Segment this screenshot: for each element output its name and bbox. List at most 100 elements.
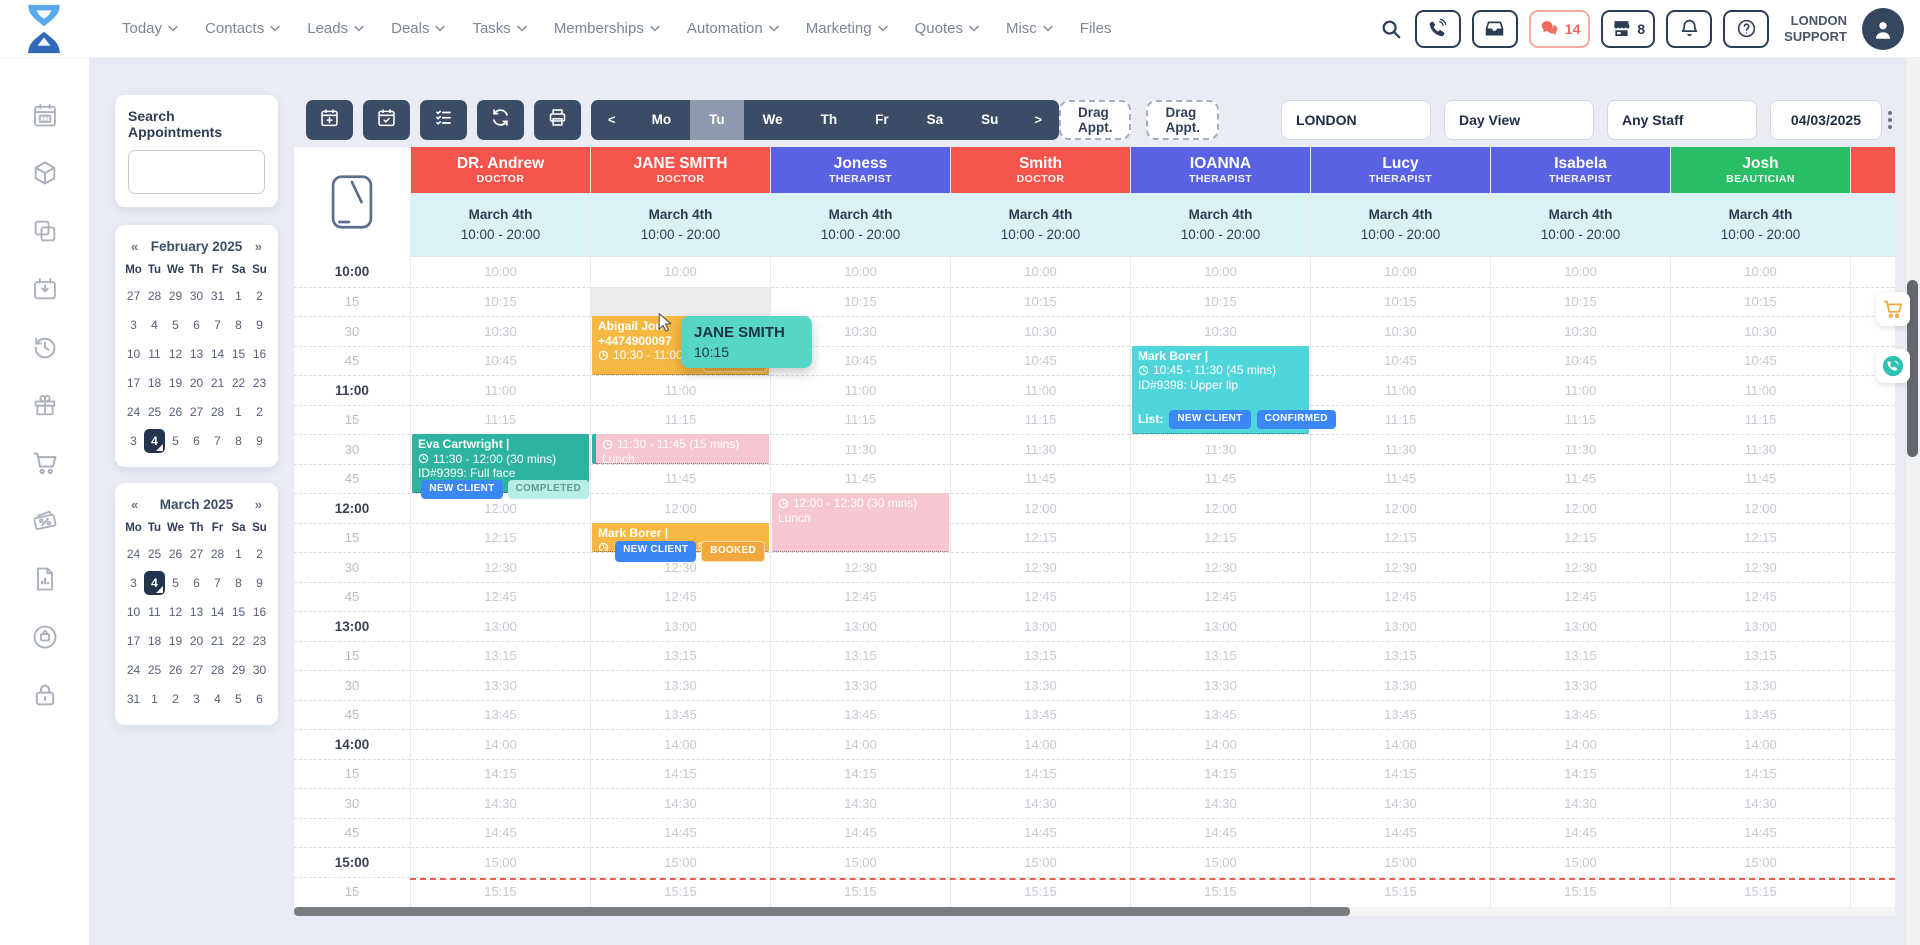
- calendar-day[interactable]: 9: [249, 313, 270, 337]
- calendar-day[interactable]: 20: [186, 371, 207, 395]
- calendar-day[interactable]: 28: [207, 400, 228, 424]
- time-slot[interactable]: 13:30: [411, 670, 590, 700]
- time-slot[interactable]: 15:00: [951, 847, 1130, 877]
- time-slot[interactable]: 11:15: [951, 405, 1130, 435]
- time-slot[interactable]: 10:15: [1311, 287, 1490, 317]
- hourglass-logo-icon[interactable]: [22, 3, 66, 55]
- appointment[interactable]: Mark Borer |10:45 - 11:30 (45 mins)ID#93…: [1132, 346, 1309, 435]
- time-slot[interactable]: 11:00: [951, 375, 1130, 405]
- time-slot[interactable]: 10:30: [1671, 316, 1850, 346]
- appointment[interactable]: Mark Borer |12:15 - 12:30 (15 mins)NEW C…: [592, 523, 769, 553]
- time-slot[interactable]: 14:00: [1311, 729, 1490, 759]
- appointment[interactable]: Eva Cartwright |11:30 - 12:00 (30 mins)I…: [412, 434, 589, 493]
- time-slot[interactable]: 14:00: [1491, 729, 1670, 759]
- time-slot[interactable]: 11:30: [951, 434, 1130, 464]
- time-slot[interactable]: 14:45: [951, 818, 1130, 848]
- time-slot[interactable]: 10:00: [411, 257, 590, 287]
- calendar-day[interactable]: 5: [165, 571, 186, 595]
- time-slot[interactable]: 11:15: [1851, 405, 1895, 435]
- time-slot[interactable]: 10:15: [771, 287, 950, 317]
- hovered-slot[interactable]: [591, 287, 770, 317]
- calendar-day[interactable]: 27: [123, 284, 144, 308]
- time-slot[interactable]: 14:45: [591, 818, 770, 848]
- calendar-day[interactable]: 26: [165, 400, 186, 424]
- time-slot[interactable]: 13:15: [1311, 641, 1490, 671]
- time-slot[interactable]: 12:45: [1131, 582, 1310, 612]
- time-slot[interactable]: 14:15: [1671, 759, 1850, 789]
- time-slot[interactable]: 12:30: [1851, 552, 1895, 582]
- prev-month-button[interactable]: «: [131, 239, 138, 254]
- calendar-day[interactable]: 22: [228, 629, 249, 653]
- calendar-day[interactable]: 16: [249, 600, 270, 624]
- calendar-day[interactable]: 2: [249, 400, 270, 424]
- time-slot[interactable]: 10:00: [771, 257, 950, 287]
- time-slot[interactable]: 12:00: [591, 493, 770, 523]
- time-slot[interactable]: 13:00: [411, 611, 590, 641]
- time-slot[interactable]: 15:15: [591, 877, 770, 907]
- calendar-day[interactable]: 3: [123, 429, 144, 453]
- time-slot[interactable]: 10:30: [1311, 316, 1490, 346]
- calendar-day[interactable]: 15: [228, 600, 249, 624]
- calendar-day[interactable]: 10: [123, 342, 144, 366]
- time-slot[interactable]: 13:45: [1311, 700, 1490, 730]
- sidebar-item-user-card[interactable]: [31, 623, 59, 651]
- search-appointments-input[interactable]: [128, 150, 265, 194]
- time-slot[interactable]: 11:30: [1851, 434, 1895, 464]
- weekday-tab-mo[interactable]: Mo: [633, 100, 691, 140]
- time-slot[interactable]: 12:00: [1311, 493, 1490, 523]
- time-slot[interactable]: 14:15: [1491, 759, 1670, 789]
- time-slot[interactable]: 13:00: [1491, 611, 1670, 641]
- calendar-day[interactable]: 31: [207, 284, 228, 308]
- time-slot[interactable]: 14:30: [411, 788, 590, 818]
- refresh-button[interactable]: [477, 100, 524, 140]
- time-slot[interactable]: 13:45: [1131, 700, 1310, 730]
- weekday-tab-su[interactable]: Su: [962, 100, 1017, 140]
- time-slot[interactable]: 10:45: [951, 346, 1130, 376]
- time-slot[interactable]: 14:30: [591, 788, 770, 818]
- calendar-day[interactable]: 9: [249, 429, 270, 453]
- time-slot[interactable]: 11:15: [411, 405, 590, 435]
- time-slot[interactable]: 14:00: [1671, 729, 1850, 759]
- calendar-day[interactable]: 31: [123, 687, 144, 711]
- time-slot[interactable]: 12:45: [591, 582, 770, 612]
- time-slot[interactable]: 15:15: [1131, 877, 1310, 907]
- time-slot[interactable]: 15:00: [1311, 847, 1490, 877]
- sidebar-item-copy[interactable]: [31, 217, 59, 245]
- calendar-day[interactable]: 22: [228, 371, 249, 395]
- calendar-day[interactable]: 11: [144, 600, 165, 624]
- time-slot[interactable]: 12:15: [1491, 523, 1670, 553]
- calendar-day[interactable]: 12: [165, 342, 186, 366]
- phone-rail-button[interactable]: [1876, 349, 1910, 383]
- time-slot[interactable]: 11:00: [771, 375, 950, 405]
- time-slot[interactable]: 14:00: [1851, 729, 1895, 759]
- calendar-day[interactable]: 24: [123, 400, 144, 424]
- time-slot[interactable]: 14:15: [1131, 759, 1310, 789]
- time-slot[interactable]: 11:45: [1131, 464, 1310, 494]
- help-button[interactable]: [1723, 10, 1769, 48]
- time-slot[interactable]: 14:45: [1671, 818, 1850, 848]
- time-slot[interactable]: 10:00: [1131, 257, 1310, 287]
- time-slot[interactable]: 14:45: [1311, 818, 1490, 848]
- calendar-day[interactable]: 4: [144, 429, 165, 453]
- nav-files[interactable]: Files: [1080, 20, 1112, 37]
- time-slot[interactable]: 14:45: [771, 818, 950, 848]
- time-slot[interactable]: 11:45: [1671, 464, 1850, 494]
- kebab-menu-icon[interactable]: [1888, 100, 1892, 140]
- sidebar-item-history[interactable]: [31, 333, 59, 361]
- time-slot[interactable]: 12:15: [951, 523, 1130, 553]
- cart-rail-button[interactable]: [1876, 292, 1910, 326]
- avatar[interactable]: [1862, 8, 1904, 50]
- inbox-button[interactable]: [1472, 10, 1518, 48]
- time-slot[interactable]: 13:15: [1671, 641, 1850, 671]
- calendar-day[interactable]: 26: [165, 542, 186, 566]
- time-slot[interactable]: 12:15: [1851, 523, 1895, 553]
- time-slot[interactable]: 11:45: [951, 464, 1130, 494]
- time-slot[interactable]: 13:30: [771, 670, 950, 700]
- phone-button[interactable]: [1415, 10, 1461, 48]
- nav-misc[interactable]: Misc: [1006, 20, 1053, 37]
- calendar-day[interactable]: 19: [165, 371, 186, 395]
- calendar-day[interactable]: 21: [207, 629, 228, 653]
- printer-button[interactable]: [534, 100, 581, 140]
- time-slot[interactable]: 12:00: [1851, 493, 1895, 523]
- vertical-scrollbar[interactable]: [1905, 57, 1920, 945]
